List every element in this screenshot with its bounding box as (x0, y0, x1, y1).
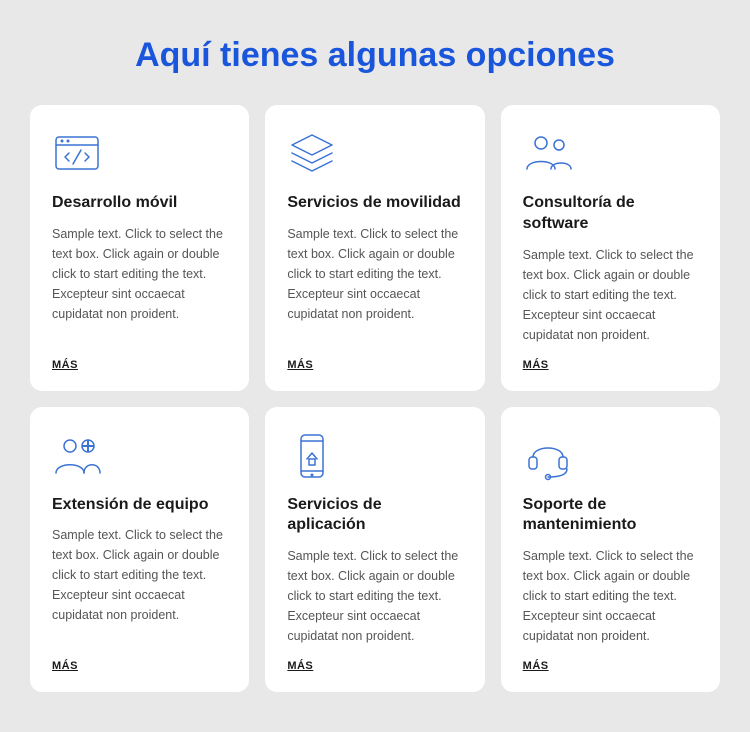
card-mobile-dev-text: Sample text. Click to select the text bo… (52, 224, 227, 345)
card-maintenance-support-text: Sample text. Click to select the text bo… (523, 546, 698, 646)
card-team-extension-link[interactable]: MÁS (52, 660, 227, 672)
card-software-consulting-title: Consultoría de software (523, 193, 698, 235)
card-team-extension: Extensión de equipo Sample text. Click t… (30, 407, 249, 693)
card-mobility-services-title: Servicios de movilidad (287, 193, 462, 214)
support-icon (523, 431, 573, 481)
card-maintenance-support-link[interactable]: MÁS (523, 660, 698, 672)
mobility-icon (287, 129, 337, 179)
card-app-services-title: Servicios de aplicación (287, 495, 462, 537)
app-icon (287, 431, 337, 481)
card-software-consulting: Consultoría de software Sample text. Cli… (501, 105, 720, 391)
card-team-extension-text: Sample text. Click to select the text bo… (52, 525, 227, 646)
card-mobility-services-text: Sample text. Click to select the text bo… (287, 224, 462, 345)
card-software-consulting-link[interactable]: MÁS (523, 359, 698, 371)
card-mobility-services-link[interactable]: MÁS (287, 359, 462, 371)
cards-grid: Desarrollo móvil Sample text. Click to s… (30, 105, 720, 692)
card-mobile-dev-link[interactable]: MÁS (52, 359, 227, 371)
team-icon (52, 431, 102, 481)
card-maintenance-support: Soporte de mantenimiento Sample text. Cl… (501, 407, 720, 693)
card-mobile-dev: Desarrollo móvil Sample text. Click to s… (30, 105, 249, 391)
consulting-icon (523, 129, 573, 179)
card-software-consulting-text: Sample text. Click to select the text bo… (523, 245, 698, 345)
card-app-services-text: Sample text. Click to select the text bo… (287, 546, 462, 646)
card-team-extension-title: Extensión de equipo (52, 495, 227, 516)
page-title: Aquí tienes algunas opciones (30, 36, 720, 75)
card-maintenance-support-title: Soporte de mantenimiento (523, 495, 698, 537)
page-container: Aquí tienes algunas opciones Desarrollo … (0, 0, 750, 732)
card-app-services: Servicios de aplicación Sample text. Cli… (265, 407, 484, 693)
mobile-dev-icon (52, 129, 102, 179)
card-mobility-services: Servicios de movilidad Sample text. Clic… (265, 105, 484, 391)
card-mobile-dev-title: Desarrollo móvil (52, 193, 227, 214)
card-app-services-link[interactable]: MÁS (287, 660, 462, 672)
